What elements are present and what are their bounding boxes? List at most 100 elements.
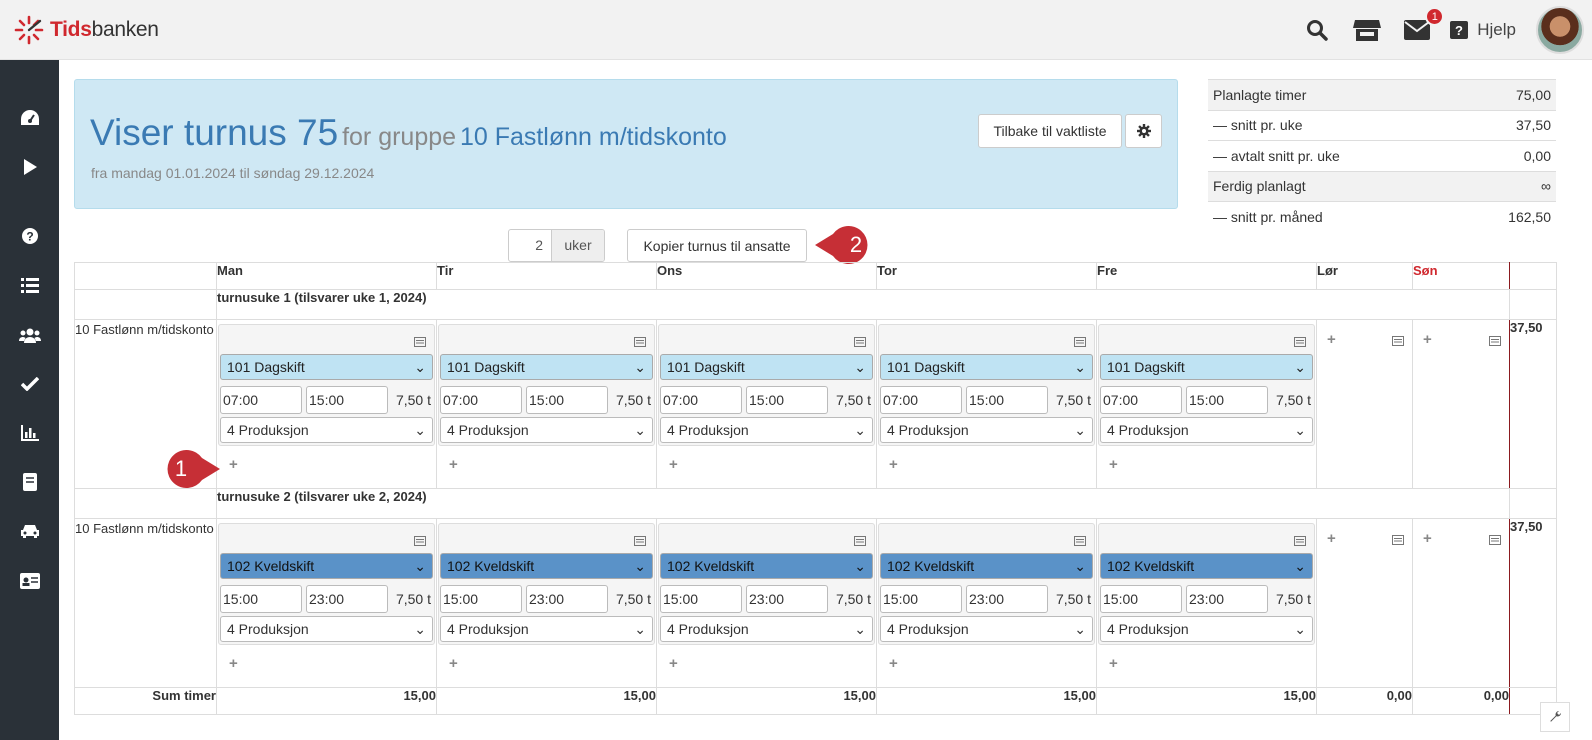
- avatar[interactable]: [1536, 6, 1584, 54]
- add-shift-button[interactable]: +: [229, 655, 238, 672]
- play-icon[interactable]: [0, 147, 59, 187]
- note-icon[interactable]: [414, 534, 426, 549]
- add-shift-button[interactable]: +: [1327, 331, 1336, 348]
- department-select[interactable]: 4 Produksjon ⌄: [440, 417, 653, 443]
- shift-select[interactable]: 102 Kveldskift ⌄: [220, 553, 433, 579]
- note-icon[interactable]: [1074, 335, 1086, 350]
- shift-select[interactable]: 101 Dagskift ⌄: [660, 354, 873, 380]
- department-select[interactable]: 4 Produksjon ⌄: [660, 616, 873, 642]
- help-button[interactable]: ? Hjelp: [1450, 20, 1516, 40]
- add-shift-button[interactable]: +: [669, 655, 678, 672]
- end-time-input[interactable]: 23:00: [306, 585, 388, 613]
- add-shift-button[interactable]: +: [449, 655, 458, 672]
- department-select[interactable]: 4 Produksjon ⌄: [1100, 417, 1313, 443]
- start-time-input[interactable]: 15:00: [660, 585, 742, 613]
- shift-select[interactable]: 101 Dagskift ⌄: [440, 354, 653, 380]
- department-select[interactable]: 4 Produksjon ⌄: [440, 616, 653, 642]
- chevron-down-icon: ⌄: [634, 620, 646, 637]
- add-shift-button[interactable]: +: [1327, 530, 1336, 547]
- add-shift-button[interactable]: +: [1423, 530, 1432, 547]
- start-time-input[interactable]: 15:00: [880, 585, 962, 613]
- end-time-input[interactable]: 15:00: [1186, 386, 1268, 414]
- wrench-icon[interactable]: [1540, 702, 1570, 732]
- note-icon[interactable]: [1392, 334, 1404, 349]
- start-time-input[interactable]: 07:00: [440, 386, 522, 414]
- day-header: Fre: [1096, 262, 1317, 290]
- shift-hours: 7,50 t: [1055, 392, 1091, 408]
- start-time-input[interactable]: 07:00: [880, 386, 962, 414]
- day-cell: 102 Kveldskift ⌄ 15:00 23:00 7,50 t 4 Produ…: [1096, 518, 1317, 688]
- question-icon[interactable]: ?: [0, 216, 59, 256]
- shift-select[interactable]: 102 Kveldskift ⌄: [440, 553, 653, 579]
- add-shift-button[interactable]: +: [229, 456, 238, 473]
- end-time-input[interactable]: 23:00: [966, 585, 1048, 613]
- department-select[interactable]: 4 Produksjon ⌄: [1100, 616, 1313, 642]
- department-select[interactable]: 4 Produksjon ⌄: [660, 417, 873, 443]
- note-icon[interactable]: [1074, 534, 1086, 549]
- shift-select[interactable]: 102 Kveldskift ⌄: [880, 553, 1093, 579]
- start-time-input[interactable]: 07:00: [660, 386, 742, 414]
- week-total: 37,50: [1509, 319, 1557, 489]
- users-icon[interactable]: [0, 315, 59, 355]
- end-time-input[interactable]: 15:00: [746, 386, 828, 414]
- end-time-input[interactable]: 15:00: [306, 386, 388, 414]
- copy-rotation-button[interactable]: Kopier turnus til ansatte: [627, 229, 807, 262]
- list-icon[interactable]: [0, 265, 59, 305]
- add-shift-button[interactable]: +: [1423, 331, 1432, 348]
- mail-icon[interactable]: 1: [1402, 7, 1445, 45]
- department-select[interactable]: 4 Produksjon ⌄: [880, 616, 1093, 642]
- department-select[interactable]: 4 Produksjon ⌄: [220, 616, 433, 642]
- end-time-input[interactable]: 15:00: [526, 386, 608, 414]
- shift-select[interactable]: 101 Dagskift ⌄: [880, 354, 1093, 380]
- id-card-icon[interactable]: [0, 561, 59, 601]
- add-shift-button[interactable]: +: [889, 456, 898, 473]
- start-time-input[interactable]: 15:00: [1100, 585, 1182, 613]
- book-icon[interactable]: [0, 462, 59, 502]
- department-select[interactable]: 4 Produksjon ⌄: [880, 417, 1093, 443]
- add-shift-button[interactable]: +: [1109, 655, 1118, 672]
- start-time-input[interactable]: 15:00: [220, 585, 302, 613]
- shift-select[interactable]: 101 Dagskift ⌄: [1100, 354, 1313, 380]
- store-icon[interactable]: [1352, 15, 1382, 45]
- department-select[interactable]: 4 Produksjon ⌄: [220, 417, 433, 443]
- end-time-input[interactable]: 23:00: [526, 585, 608, 613]
- add-shift-button[interactable]: +: [669, 456, 678, 473]
- logo[interactable]: Tidsbanken: [14, 14, 159, 46]
- start-time-input[interactable]: 07:00: [1100, 386, 1182, 414]
- note-icon[interactable]: [1392, 533, 1404, 548]
- check-icon[interactable]: [0, 364, 59, 404]
- note-icon[interactable]: [634, 534, 646, 549]
- dashboard-icon[interactable]: [0, 98, 59, 138]
- add-shift-button[interactable]: +: [889, 655, 898, 672]
- note-icon[interactable]: [854, 534, 866, 549]
- end-time-input[interactable]: 15:00: [966, 386, 1048, 414]
- chart-icon[interactable]: [0, 413, 59, 453]
- note-icon[interactable]: [1489, 533, 1501, 548]
- note-icon[interactable]: [414, 335, 426, 350]
- chevron-down-icon: ⌄: [1294, 421, 1306, 438]
- settings-button[interactable]: [1125, 114, 1162, 148]
- note-icon[interactable]: [1294, 534, 1306, 549]
- chevron-down-icon: ⌄: [414, 358, 426, 375]
- note-icon[interactable]: [1489, 334, 1501, 349]
- note-icon[interactable]: [854, 335, 866, 350]
- car-icon[interactable]: [0, 511, 59, 551]
- week-title: turnusuke 1 (tilsvarer uke 1, 2024): [216, 289, 1510, 320]
- start-time-input[interactable]: 07:00: [220, 386, 302, 414]
- back-to-shift-list-button[interactable]: Tilbake til vaktliste: [978, 114, 1122, 148]
- search-icon[interactable]: [1302, 15, 1332, 45]
- shift-select[interactable]: 102 Kveldskift ⌄: [660, 553, 873, 579]
- add-shift-button[interactable]: +: [449, 456, 458, 473]
- end-time-input[interactable]: 23:00: [1186, 585, 1268, 613]
- weeks-count-input[interactable]: 2 uker: [508, 229, 605, 262]
- add-shift-button[interactable]: +: [1109, 456, 1118, 473]
- shift-hours: 7,50 t: [1275, 591, 1311, 607]
- start-time-input[interactable]: 15:00: [440, 585, 522, 613]
- shift-select[interactable]: 102 Kveldskift ⌄: [1100, 553, 1313, 579]
- note-icon[interactable]: [1294, 335, 1306, 350]
- note-icon[interactable]: [634, 335, 646, 350]
- end-time-input[interactable]: 23:00: [746, 585, 828, 613]
- chevron-down-icon: ⌄: [1294, 557, 1306, 574]
- svg-text:?: ?: [26, 230, 33, 244]
- shift-select[interactable]: 101 Dagskift ⌄: [220, 354, 433, 380]
